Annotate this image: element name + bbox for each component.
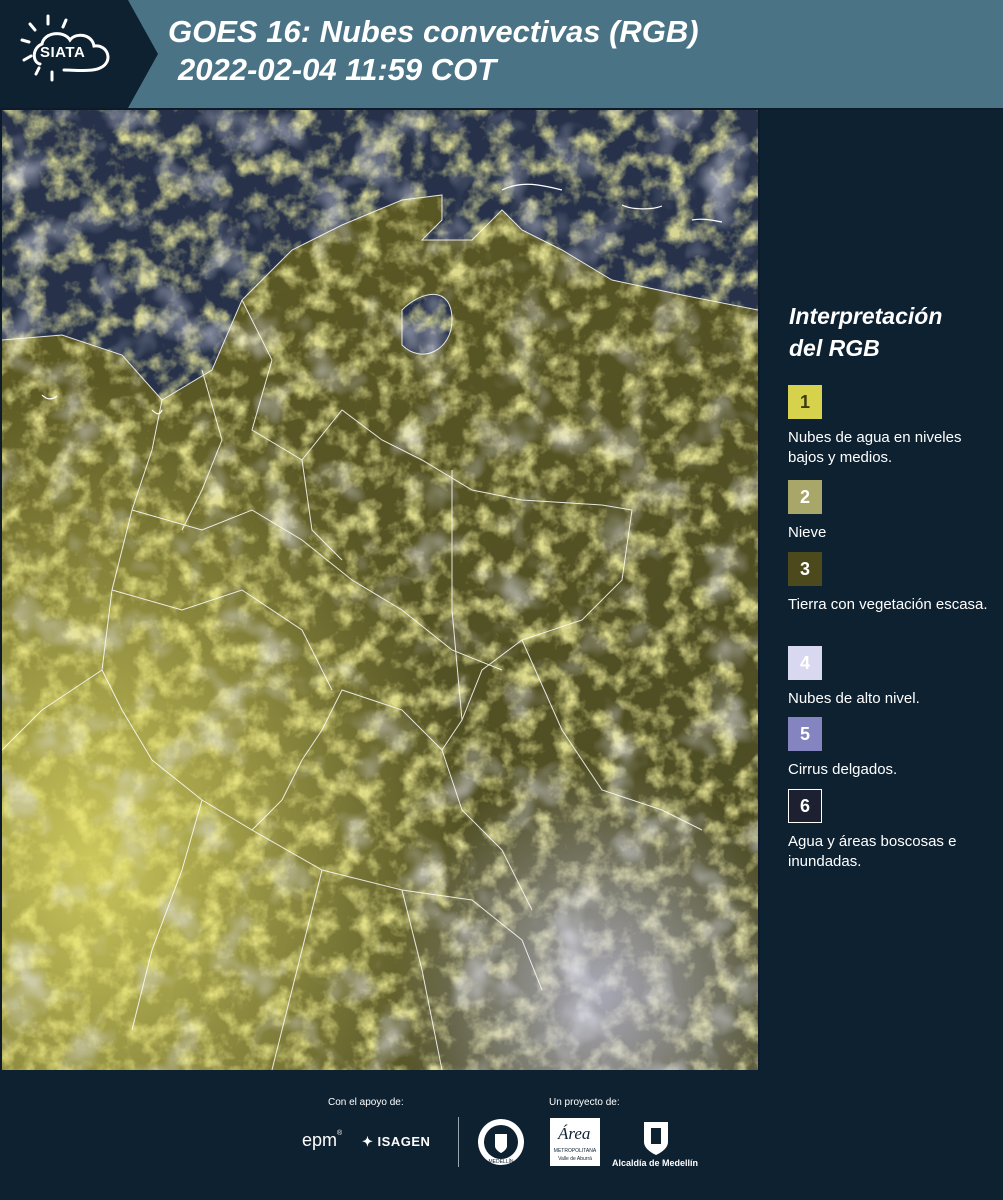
legend-label-2: Nieve [788, 524, 827, 541]
seal-text: MEDELLÍN [488, 1159, 514, 1165]
legend-swatch-2: 2 [788, 480, 822, 514]
shield-icon [644, 1122, 668, 1155]
legend-swatch-1: 1 [788, 385, 822, 419]
legend-label-6: Agua y áreas boscosas e inundadas. [788, 833, 957, 870]
legend-item-2: 2 Nieve [788, 480, 998, 543]
logo-text: SIATA [40, 44, 86, 61]
isagen-star-icon: ✦ [362, 1134, 374, 1149]
epm-text: epm [302, 1130, 338, 1150]
legend-item-5: 5 Cirrus delgados. [788, 717, 998, 780]
title-line-2: 2022-02-04 11:59 COT [178, 52, 497, 87]
area-metropolitana-logo: Área METROPOLITANA Valle de Aburrá [550, 1118, 600, 1166]
legend-item-1: 1 Nubes de agua en niveles bajos y medio… [788, 385, 998, 468]
legend-swatch-3: 3 [788, 552, 822, 586]
legend-label-3: Tierra con vegetación escasa. [788, 596, 988, 613]
project-label: Un proyecto de: [549, 1097, 620, 1108]
legend-panel: Interpretación del RGB 1 Nubes de agua e… [760, 110, 1003, 1070]
legend-item-6: 6 Agua y áreas boscosas e inundadas. [788, 789, 998, 872]
area-sub1: METROPOLITANA [553, 1148, 597, 1154]
legend-item-3: 3 Tierra con vegetación escasa. [788, 552, 998, 615]
legend-swatch-4: 4 [788, 646, 822, 680]
legend-swatch-6: 6 [788, 789, 822, 823]
satellite-image [2, 110, 758, 1070]
isagen-text: ISAGEN [377, 1134, 431, 1149]
area-sub2: Valle de Aburrá [558, 1156, 592, 1162]
header: SIATA GOES 16: Nubes convectivas (RGB) 2… [0, 0, 1003, 108]
isagen-logo: ✦ ISAGEN [362, 1134, 430, 1150]
legend-label-1: Nubes de agua en niveles bajos y medios. [788, 429, 962, 466]
area-name: Área [558, 1124, 591, 1143]
alcaldia-emblem [642, 1118, 670, 1156]
title-line-1: GOES 16: Nubes convectivas (RGB) [168, 14, 699, 49]
footer: Con el apoyo de: Un proyecto de: epm® ✦ … [0, 1070, 1003, 1200]
legend-title-line-1: Interpretación [789, 303, 943, 329]
legend-swatch-5: 5 [788, 717, 822, 751]
legend-label-4: Nubes de alto nivel. [788, 690, 920, 707]
siata-logo: SIATA [0, 0, 158, 108]
support-label: Con el apoyo de: [328, 1097, 404, 1108]
alcaldia-text: Alcaldía de Medellín [612, 1158, 699, 1168]
epm-logo: epm® [302, 1130, 343, 1150]
legend-title: Interpretación del RGB [789, 300, 989, 364]
legend-title-line-2: del RGB [789, 335, 880, 361]
legend-label-5: Cirrus delgados. [788, 761, 898, 778]
footer-divider [458, 1117, 459, 1167]
legend-item-4: 4 Nubes de alto nivel. [788, 646, 998, 709]
